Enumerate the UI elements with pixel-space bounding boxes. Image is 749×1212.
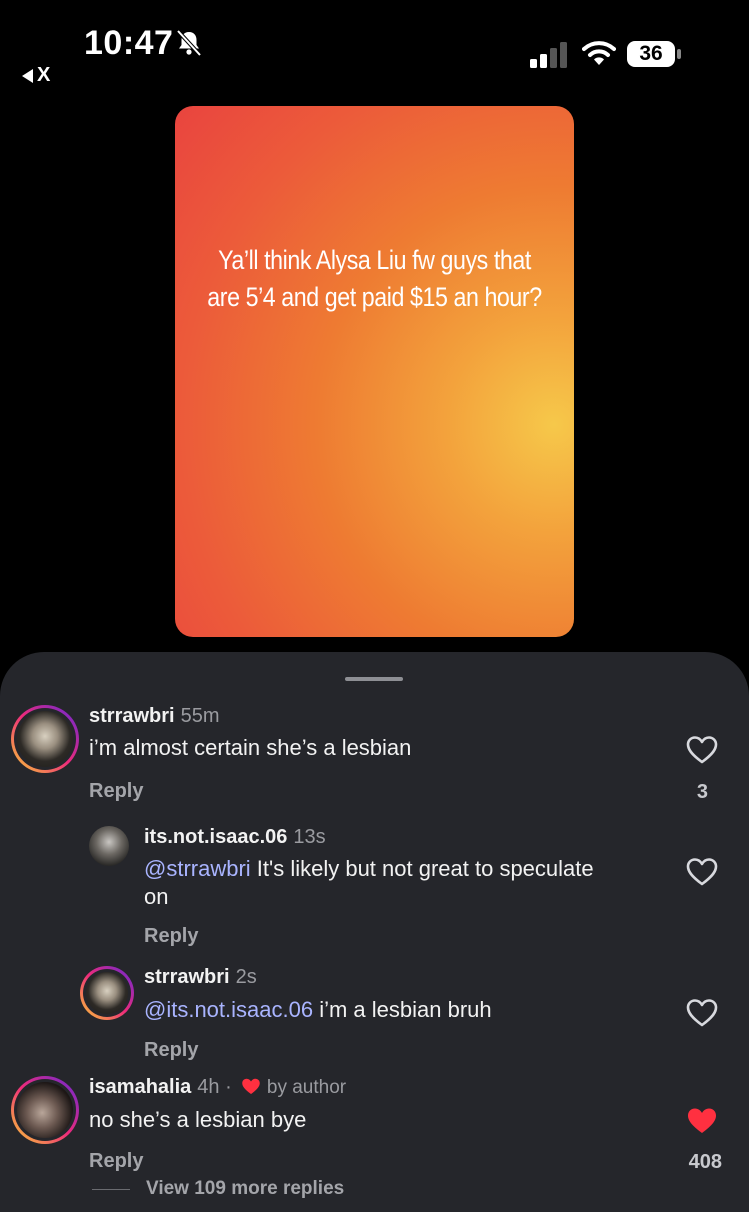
avatar[interactable] — [11, 705, 79, 773]
wifi-icon — [582, 41, 616, 65]
mention-link[interactable]: @strrawbri — [144, 856, 251, 881]
reply-button[interactable]: Reply — [144, 1039, 198, 1062]
reply-button[interactable]: Reply — [89, 780, 143, 803]
bell-slash-icon — [176, 29, 202, 57]
comment-username[interactable]: isamahalia 4h · by author — [89, 1076, 346, 1099]
status-bar: 10:47 X 36 — [0, 0, 749, 100]
avatar[interactable] — [80, 966, 134, 1020]
status-time: 10:47 — [84, 24, 174, 62]
back-label: X — [37, 64, 51, 86]
heart-icon[interactable] — [686, 735, 718, 765]
mention-link[interactable]: @its.not.isaac.06 — [144, 997, 313, 1022]
battery-level: 36 — [639, 42, 663, 65]
story-text-line-2: are 5’4 and get paid $15 an hour? — [207, 282, 542, 312]
comment-time: 13s — [293, 826, 326, 848]
comment-username[interactable]: strrawbri 55m — [89, 705, 220, 728]
avatar[interactable] — [89, 826, 129, 866]
comment-username[interactable]: its.not.isaac.06 13s — [144, 826, 326, 849]
story-text: Ya’ll think Alysa Liu fw guys that are 5… — [203, 242, 546, 316]
heart-icon[interactable] — [686, 998, 718, 1028]
comment-time: 2s — [235, 966, 257, 988]
avatar[interactable] — [11, 1076, 79, 1144]
view-more-replies-button[interactable]: View 109 more replies — [92, 1178, 344, 1200]
author-liked-heart-icon — [242, 1078, 261, 1094]
comment-text: no she’s a lesbian bye — [89, 1107, 307, 1132]
comment-username[interactable]: strrawbri 2s — [144, 966, 257, 989]
heart-icon[interactable] — [686, 1106, 718, 1136]
story-text-line-1: Ya’ll think Alysa Liu fw guys that — [218, 245, 531, 275]
back-to-app-button[interactable]: X — [22, 64, 50, 87]
signal-icon — [530, 42, 567, 68]
liked-by-author-label: by author — [266, 1077, 347, 1098]
comment-time: 4h · — [197, 1076, 232, 1098]
reply-button[interactable]: Reply — [89, 1150, 143, 1173]
comment-text: @its.not.isaac.06 i’m a lesbian bruh — [144, 997, 492, 1022]
comment-text: i’m almost certain she’s a lesbian — [89, 735, 412, 760]
like-count: 408 — [688, 1151, 722, 1173]
sheet-drag-handle[interactable] — [345, 677, 403, 681]
comment-time: 55m — [180, 705, 220, 727]
comment-text: @strrawbri It's likely but not great to … — [144, 856, 594, 909]
reply-button[interactable]: Reply — [144, 925, 198, 948]
heart-icon[interactable] — [686, 857, 718, 887]
divider — [92, 1188, 130, 1190]
view-more-label: View 109 more replies — [146, 1178, 345, 1199]
back-arrow-icon — [22, 68, 33, 83]
story-card[interactable]: Ya’ll think Alysa Liu fw guys that are 5… — [175, 106, 574, 637]
like-count: 3 — [696, 781, 708, 803]
battery-icon: 36 — [626, 40, 682, 68]
